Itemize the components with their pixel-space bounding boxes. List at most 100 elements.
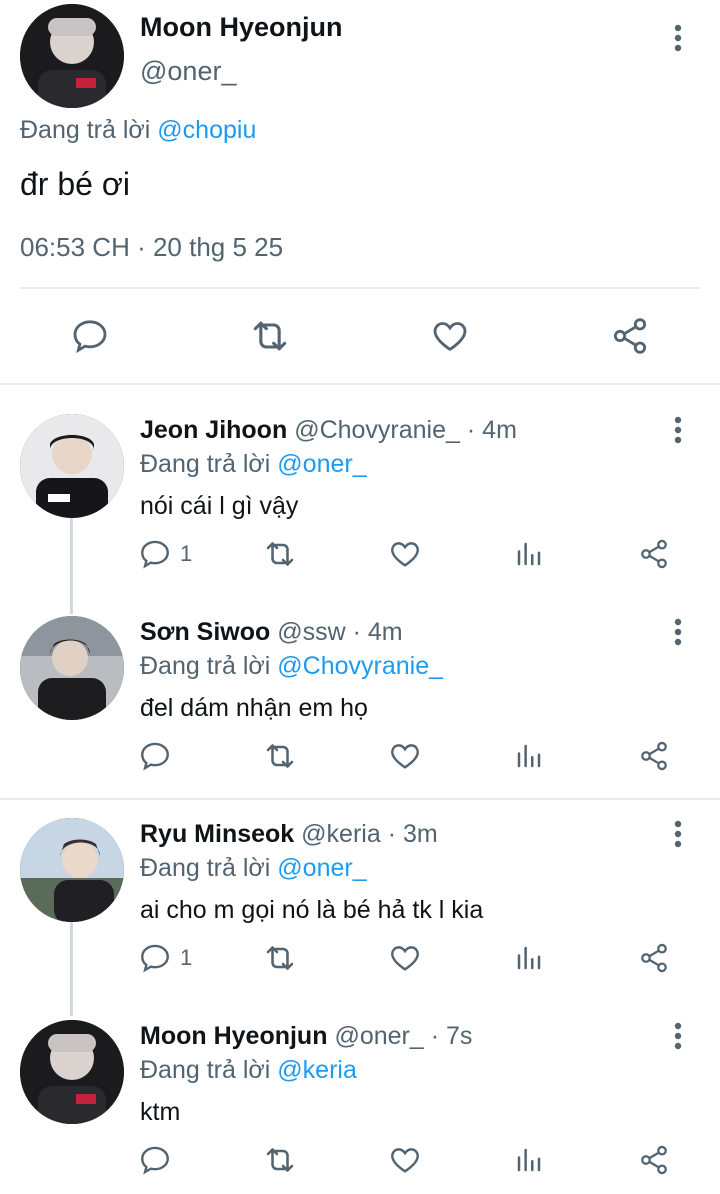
avatar[interactable] — [20, 4, 124, 108]
replying-to: Đang trả lời @Chovyranie_ — [140, 652, 443, 681]
views-button[interactable] — [514, 1142, 544, 1178]
reply-to-link[interactable]: @chopiu — [157, 116, 256, 144]
tweet-time[interactable]: · 4m — [353, 618, 403, 646]
reply-button[interactable] — [68, 314, 112, 358]
more-vertical-icon — [674, 1022, 682, 1050]
share-button[interactable] — [638, 536, 670, 572]
views-icon — [517, 744, 541, 768]
author-handle[interactable]: @ssw — [277, 618, 345, 646]
views-button[interactable] — [514, 940, 544, 976]
retweet-button[interactable] — [262, 1142, 298, 1178]
more-options-button[interactable] — [666, 414, 690, 446]
reply-header: Jeon Jihoon @Chovyranie_ · 4m — [140, 416, 517, 445]
tweet-text: đr bé ơi — [20, 166, 130, 202]
retweet-button[interactable] — [262, 536, 298, 572]
reply-icon — [73, 320, 107, 354]
like-button[interactable] — [388, 738, 422, 774]
divider — [20, 287, 700, 289]
reply-button[interactable] — [138, 1142, 180, 1178]
tweet-time[interactable]: · 7s — [431, 1022, 473, 1050]
retweet-icon — [266, 542, 294, 566]
more-options-button[interactable] — [666, 818, 690, 850]
more-options-button[interactable] — [666, 616, 690, 648]
tweet-time[interactable]: · 3m — [388, 820, 438, 848]
tweet-text: ktm — [140, 1098, 181, 1126]
reply-to-link[interactable]: @oner_ — [277, 854, 366, 882]
more-vertical-icon — [674, 618, 682, 646]
reply-prefix: Đang trả lời — [140, 450, 271, 478]
reply-header: Ryu Minseok @keria · 3m — [140, 820, 438, 849]
author-name[interactable]: Ryu Minseok — [140, 820, 294, 848]
like-button[interactable] — [388, 536, 422, 572]
retweet-button[interactable] — [248, 314, 292, 358]
reply-prefix: Đang trả lời — [20, 116, 151, 144]
views-button[interactable] — [514, 536, 544, 572]
retweet-icon — [253, 321, 287, 351]
more-vertical-icon — [674, 416, 682, 444]
tweet-actions: 1 — [138, 536, 678, 572]
like-button[interactable] — [388, 1142, 422, 1178]
like-button[interactable] — [388, 940, 422, 976]
author-name[interactable]: Moon Hyeonjun — [140, 12, 342, 43]
avatar[interactable] — [20, 818, 124, 922]
views-button[interactable] — [514, 738, 544, 774]
reply-button[interactable] — [138, 738, 180, 774]
avatar[interactable] — [20, 616, 124, 720]
replying-to: Đang trả lời @oner_ — [140, 450, 367, 479]
replying-to: Đang trả lời @chopiu — [20, 116, 256, 145]
like-button[interactable] — [428, 314, 472, 358]
more-vertical-icon — [674, 24, 682, 52]
reply-button[interactable]: 1 — [138, 940, 192, 976]
reply-icon — [141, 540, 169, 569]
author-handle[interactable]: @oner_ — [140, 56, 236, 87]
share-icon — [641, 539, 667, 569]
retweet-icon — [266, 744, 294, 768]
views-icon — [517, 1148, 541, 1172]
retweet-button[interactable] — [262, 738, 298, 774]
share-button[interactable] — [608, 314, 652, 358]
more-options-button[interactable] — [666, 1020, 690, 1052]
tweet-time[interactable]: · 4m — [467, 416, 517, 444]
reply-to-link[interactable]: @oner_ — [277, 450, 366, 478]
author-handle[interactable]: @Chovyranie_ — [294, 416, 460, 444]
retweet-button[interactable] — [262, 940, 298, 976]
author-name[interactable]: Jeon Jihoon — [140, 416, 287, 444]
author-name[interactable]: Sơn Siwoo — [140, 618, 270, 646]
share-button[interactable] — [638, 1142, 670, 1178]
share-button[interactable] — [638, 738, 670, 774]
tweet-text: đel dám nhận em họ — [140, 694, 368, 722]
tweet-actions — [138, 1142, 678, 1178]
reply-icon — [141, 1146, 169, 1175]
thread-line — [70, 922, 73, 1016]
replying-to: Đang trả lời @keria — [140, 1056, 357, 1085]
views-icon — [517, 542, 541, 566]
reply-button[interactable]: 1 — [138, 536, 192, 572]
reply-header: Sơn Siwoo @ssw · 4m — [140, 618, 403, 647]
reply-prefix: Đang trả lời — [140, 1056, 271, 1084]
reply-count: 1 — [180, 945, 193, 970]
reply-to-link[interactable]: @keria — [277, 1056, 357, 1084]
divider — [0, 383, 720, 385]
reply-header: Moon Hyeonjun @oner_ · 7s — [140, 1022, 472, 1051]
views-icon — [517, 946, 541, 970]
reply-to-link[interactable]: @Chovyranie_ — [277, 652, 443, 680]
avatar[interactable] — [20, 1020, 124, 1124]
author-handle[interactable]: @oner_ — [334, 1022, 423, 1050]
tweet-text: nói cái l gì vậy — [140, 492, 299, 520]
heart-icon — [433, 322, 467, 351]
author-handle[interactable]: @keria — [301, 820, 381, 848]
retweet-icon — [266, 946, 294, 970]
author-name[interactable]: Moon Hyeonjun — [140, 1022, 327, 1050]
share-icon — [641, 943, 667, 973]
tweet-text: ai cho m gọi nó là bé hả tk l kia — [140, 896, 484, 924]
heart-icon — [391, 946, 419, 971]
share-button[interactable] — [638, 940, 670, 976]
heart-icon — [391, 744, 419, 769]
tweet-timestamp[interactable]: 06:53 CH · 20 thg 5 25 — [20, 232, 283, 263]
reply-count: 1 — [180, 541, 193, 566]
more-options-button[interactable] — [666, 22, 690, 54]
share-icon — [641, 1145, 667, 1175]
reply-icon — [141, 944, 169, 973]
avatar[interactable] — [20, 414, 124, 518]
reply-prefix: Đang trả lời — [140, 854, 271, 882]
